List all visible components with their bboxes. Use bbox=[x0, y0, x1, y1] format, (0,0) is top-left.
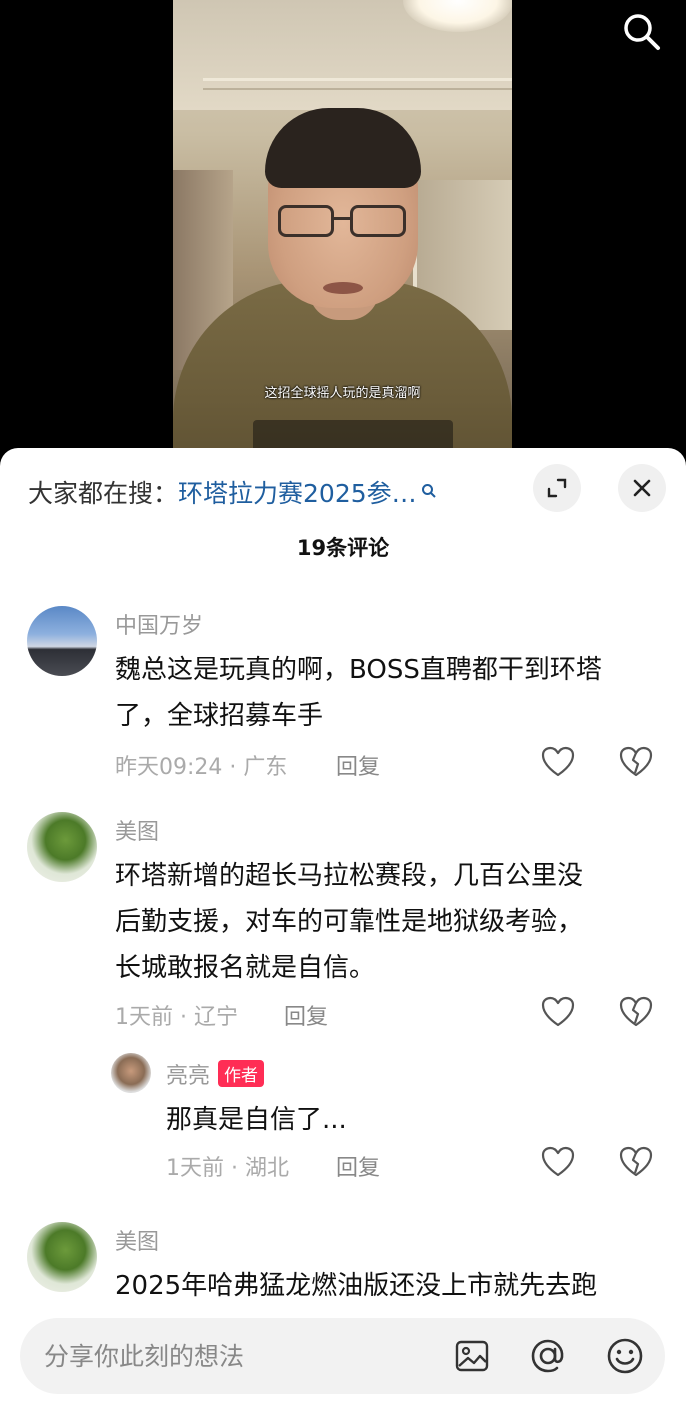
comment-username[interactable]: 美图 bbox=[115, 814, 159, 846]
video-ceiling-trim bbox=[203, 78, 512, 90]
reply-item: 亮亮 作者 那真是自信了... 1天前 · 湖北 回复 bbox=[0, 1052, 686, 1202]
broken-heart-icon bbox=[619, 996, 653, 1027]
avatar[interactable] bbox=[111, 1053, 151, 1093]
hot-search-bar[interactable]: 大家都在搜：环塔拉力赛2025参… bbox=[28, 474, 437, 510]
broken-heart-icon bbox=[619, 746, 653, 777]
close-icon bbox=[633, 479, 651, 497]
comment-text-line: 长城敢报名就是自信。 bbox=[115, 953, 376, 983]
like-button[interactable] bbox=[538, 992, 578, 1032]
avatar[interactable] bbox=[27, 1222, 97, 1292]
heart-icon bbox=[541, 1146, 575, 1177]
shirt-print bbox=[253, 420, 453, 450]
comment-item: 中国万岁 魏总这是玩真的啊，BOSS直聘都干到环塔 了，全球招募车手 昨天09:… bbox=[0, 604, 686, 794]
at-icon bbox=[531, 1339, 564, 1373]
emoji-icon bbox=[607, 1338, 643, 1374]
comment-meta: 1天前 · 辽宁 bbox=[115, 1005, 238, 1030]
comment-input-container[interactable] bbox=[20, 1318, 665, 1394]
close-button[interactable] bbox=[618, 464, 666, 512]
search-button[interactable] bbox=[618, 8, 666, 56]
search-icon bbox=[624, 14, 660, 50]
comments-panel: 大家都在搜：环塔拉力赛2025参… 19条评论 中国万岁 魏总这是玩真的啊，BO… bbox=[0, 448, 686, 1416]
heart-icon bbox=[541, 996, 575, 1027]
avatar[interactable] bbox=[27, 606, 97, 676]
heart-icon bbox=[541, 746, 575, 777]
comment-text-line: 了，全球招募车手 bbox=[115, 701, 324, 731]
reply-button[interactable]: 回复 bbox=[284, 999, 328, 1031]
comment-text-line: 环塔新增的超长马拉松赛段，几百公里没 bbox=[115, 861, 584, 891]
dislike-button[interactable] bbox=[616, 992, 656, 1032]
hot-search-link[interactable]: 环塔拉力赛2025参… bbox=[178, 479, 417, 508]
comment-meta: 昨天09:24 · 广东 bbox=[115, 755, 288, 780]
presenter-glasses bbox=[278, 205, 408, 239]
reply-button[interactable]: 回复 bbox=[336, 1150, 380, 1182]
broken-heart-icon bbox=[619, 1146, 653, 1177]
comment-input[interactable] bbox=[44, 1318, 424, 1394]
presenter-mouth bbox=[323, 282, 363, 294]
author-badge: 作者 bbox=[218, 1060, 265, 1087]
comment-username[interactable]: 中国万岁 bbox=[115, 608, 203, 640]
avatar[interactable] bbox=[27, 812, 97, 882]
reply-meta: 1天前 · 湖北 bbox=[166, 1156, 289, 1181]
like-button[interactable] bbox=[538, 742, 578, 782]
reply-username-text: 亮亮 bbox=[166, 1064, 211, 1089]
reply-username[interactable]: 亮亮 作者 bbox=[166, 1058, 265, 1090]
comment-text-line: 后勤支援，对车的可靠性是地狱级考验， bbox=[115, 907, 584, 937]
comment-input-bar bbox=[0, 1300, 686, 1416]
emoji-button[interactable] bbox=[603, 1334, 647, 1378]
comment-username[interactable]: 美图 bbox=[115, 1224, 159, 1256]
image-icon bbox=[455, 1340, 489, 1372]
reply-button[interactable]: 回复 bbox=[336, 749, 380, 781]
expand-button[interactable] bbox=[533, 464, 581, 512]
dislike-button[interactable] bbox=[616, 1142, 656, 1182]
video-frame: 这招全球摇人玩的是真溜啊 bbox=[173, 0, 512, 450]
comment-item: 美图 环塔新增的超长马拉松赛段，几百公里没 后勤支援，对车的可靠性是地狱级考验，… bbox=[0, 810, 686, 1050]
presenter-hair bbox=[265, 108, 421, 188]
video-subtitle: 这招全球摇人玩的是真溜啊 bbox=[264, 386, 421, 401]
expand-icon bbox=[547, 478, 567, 498]
comment-text-line: 魏总这是玩真的啊，BOSS直聘都干到环塔 bbox=[115, 655, 602, 685]
comment-count-title: 19条评论 bbox=[296, 536, 390, 560]
reply-text: 那真是自信了... bbox=[166, 1105, 347, 1135]
hot-search-label: 大家都在搜： bbox=[28, 479, 179, 508]
video-player[interactable]: 这招全球摇人玩的是真溜啊 bbox=[0, 0, 686, 450]
image-button[interactable] bbox=[450, 1334, 494, 1378]
search-small-icon bbox=[421, 476, 437, 505]
like-button[interactable] bbox=[538, 1142, 578, 1182]
mention-button[interactable] bbox=[526, 1334, 570, 1378]
dislike-button[interactable] bbox=[616, 742, 656, 782]
